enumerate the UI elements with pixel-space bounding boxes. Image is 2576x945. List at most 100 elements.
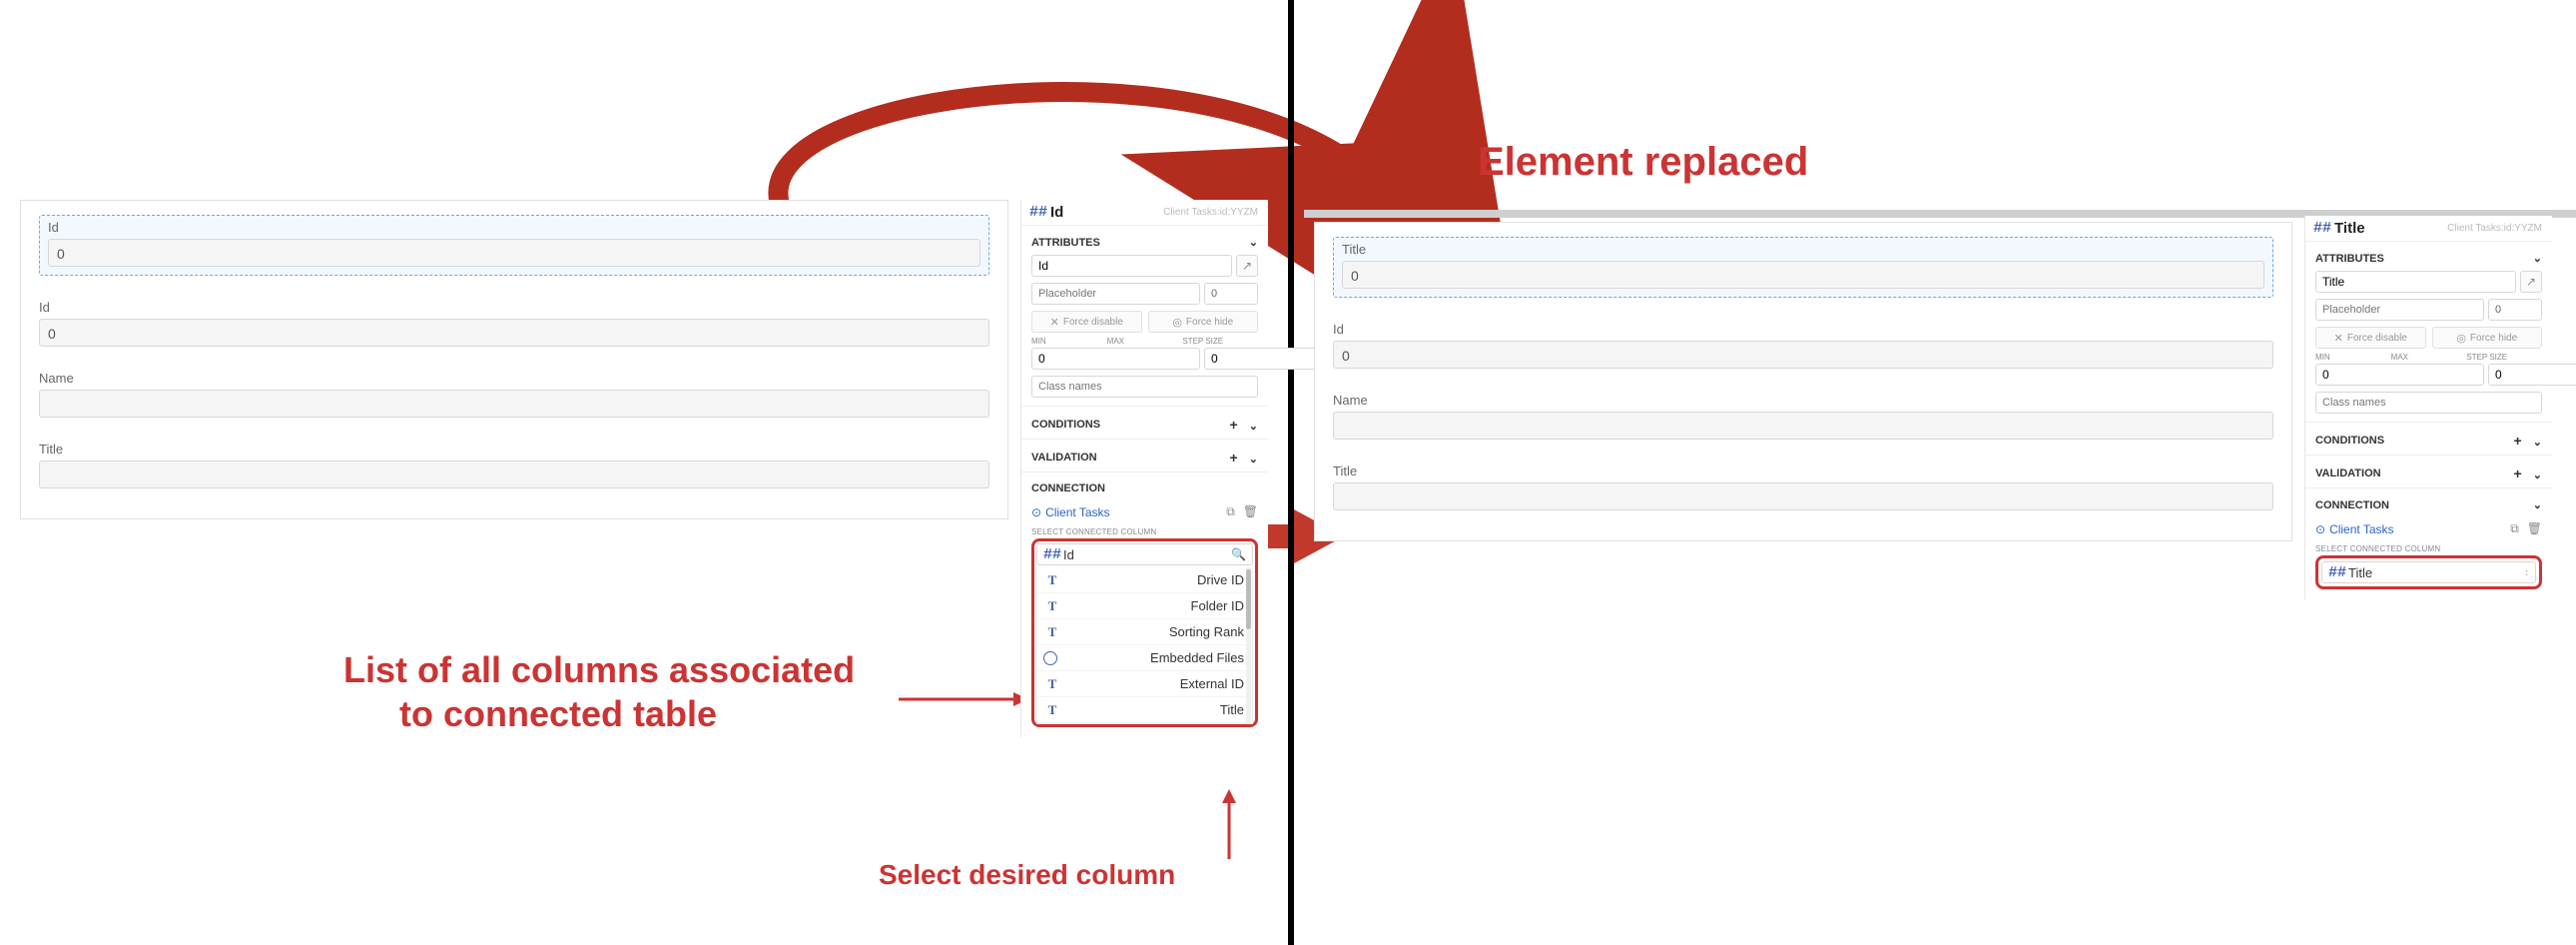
field-value[interactable] xyxy=(39,461,989,488)
field-id-selected[interactable]: Id 0 xyxy=(39,215,989,276)
connection-table-row: ⊙ Client Tasks ⧉ 🗑 xyxy=(2315,517,2542,540)
field-title[interactable]: Title xyxy=(1333,464,2273,510)
column-search-row[interactable]: ## Id 🔍 xyxy=(1036,543,1253,565)
force-hide-toggle[interactable]: ◎ Force hide xyxy=(1148,311,1259,333)
field-name[interactable]: Name xyxy=(39,371,989,418)
placeholder-input[interactable] xyxy=(2315,299,2484,321)
expand-attribute-button[interactable]: ↗ xyxy=(1236,255,1258,277)
max-label: MAX xyxy=(1107,337,1183,346)
field-value[interactable]: 0 xyxy=(1333,341,2273,369)
placeholder-default-input[interactable] xyxy=(2488,299,2542,321)
add-condition-button[interactable]: + xyxy=(2514,433,2522,449)
field-value[interactable]: 0 xyxy=(1342,261,2264,289)
chevron-down-icon[interactable]: ⌄ xyxy=(2533,437,2542,449)
section-connection[interactable]: CONNECTION xyxy=(1021,472,1268,500)
column-name: Drive ID xyxy=(1061,572,1244,587)
step-label: STEP SIZE xyxy=(1182,337,1258,346)
select-connected-column-label: SELECT CONNECTED COLUMN xyxy=(2315,544,2542,553)
force-hide-label: Force hide xyxy=(2470,333,2517,344)
delete-connection-button[interactable]: 🗑 xyxy=(1243,504,1258,519)
search-icon[interactable]: 🔍 xyxy=(1231,547,1246,561)
field-id[interactable]: Id 0 xyxy=(39,300,989,347)
column-list-scrollbar[interactable] xyxy=(1246,567,1251,723)
attribute-name-input[interactable] xyxy=(1031,255,1232,277)
connected-column-selector-closed[interactable]: ## Title ↕ xyxy=(2315,555,2542,589)
props-column-name: Id xyxy=(1050,204,1063,221)
number-type-icon: ## xyxy=(2328,564,2346,581)
field-title-selected[interactable]: Title 0 xyxy=(1333,237,2273,298)
field-value[interactable] xyxy=(39,390,989,418)
column-option[interactable]: T External ID xyxy=(1037,671,1252,697)
section-validation[interactable]: VALIDATION + ⌄ xyxy=(2305,456,2552,487)
copy-connection-button[interactable]: ⧉ xyxy=(1226,504,1235,519)
add-condition-button[interactable]: + xyxy=(1230,417,1238,433)
column-name: Folder ID xyxy=(1061,598,1244,613)
props-column-path: Client Tasks:id:YYZM xyxy=(2447,223,2542,234)
copy-connection-button[interactable]: ⧉ xyxy=(2510,521,2519,536)
field-label: Name xyxy=(1333,393,2273,408)
attributes-body: ↗ ✕ Force disable ◎ Force hide MIN MAX S xyxy=(1021,255,1268,406)
attributes-body: ↗ ✕ Force disable ◎ Force hide MIN MAX S xyxy=(2305,271,2552,422)
column-name: External ID xyxy=(1061,676,1244,691)
section-validation[interactable]: VALIDATION + ⌄ xyxy=(1021,440,1268,472)
section-conditions-label: CONDITIONS xyxy=(1031,419,1100,431)
field-value[interactable]: 0 xyxy=(48,239,980,267)
placeholder-input[interactable] xyxy=(1031,283,1200,305)
force-disable-toggle[interactable]: ✕ Force disable xyxy=(1031,311,1142,333)
column-option[interactable]: T Folder ID xyxy=(1037,593,1252,619)
chevron-down-icon[interactable]: ⌄ xyxy=(2533,498,2542,511)
delete-connection-button[interactable]: 🗑 xyxy=(2527,521,2542,536)
section-connection[interactable]: CONNECTION ⌄ xyxy=(2305,488,2552,517)
column-list: T Drive ID T Folder ID T Sorting Rank Em… xyxy=(1036,567,1253,724)
chevron-down-icon[interactable]: ⌄ xyxy=(1249,454,1258,466)
force-disable-toggle[interactable]: ✕ Force disable xyxy=(2315,327,2426,349)
connected-column-dropdown-open: ## Id 🔍 T Drive ID T Folder ID T xyxy=(1031,538,1258,727)
column-option-title[interactable]: T Title xyxy=(1037,697,1252,723)
form-canvas: Id 0 Id 0 Name Title xyxy=(20,200,1008,519)
class-names-input[interactable] xyxy=(1031,376,1258,398)
field-value[interactable]: 0 xyxy=(39,319,989,347)
force-disable-label: Force disable xyxy=(1063,317,1123,328)
disable-icon: ✕ xyxy=(1050,316,1059,329)
min-input[interactable] xyxy=(1031,348,1200,370)
column-option[interactable]: Embedded Files xyxy=(1037,645,1252,671)
chevron-down-icon[interactable]: ⌄ xyxy=(1249,236,1258,249)
section-attributes[interactable]: ATTRIBUTES ⌄ xyxy=(1021,226,1268,255)
force-hide-label: Force hide xyxy=(1186,317,1233,328)
text-type-icon: T xyxy=(1043,571,1061,589)
field-title[interactable]: Title xyxy=(39,442,989,488)
section-validation-label: VALIDATION xyxy=(2315,468,2381,479)
max-input[interactable] xyxy=(2488,364,2576,386)
attribute-name-input[interactable] xyxy=(2315,271,2516,293)
number-type-icon: ## xyxy=(1029,204,1047,221)
section-attributes-label: ATTRIBUTES xyxy=(2315,253,2384,265)
chevron-down-icon[interactable]: ⌄ xyxy=(2533,252,2542,265)
section-attributes[interactable]: ATTRIBUTES ⌄ xyxy=(2305,242,2552,271)
min-input[interactable] xyxy=(2315,364,2484,386)
field-id[interactable]: Id 0 xyxy=(1333,322,2273,369)
add-validation-button[interactable]: + xyxy=(2514,466,2522,481)
hide-icon: ◎ xyxy=(2456,332,2466,345)
placeholder-default-input[interactable] xyxy=(1204,283,1258,305)
properties-panel: ## Title Client Tasks:id:YYZM ATTRIBUTES… xyxy=(2304,216,2552,599)
section-conditions[interactable]: CONDITIONS + ⌄ xyxy=(1021,407,1268,439)
chevron-down-icon[interactable]: ⌄ xyxy=(2533,470,2542,481)
select-connected-column-label: SELECT CONNECTED COLUMN xyxy=(1031,527,1258,536)
class-names-input[interactable] xyxy=(2315,392,2542,414)
properties-panel: ## Id Client Tasks:id:YYZM ATTRIBUTES ⌄ … xyxy=(1020,200,1268,737)
column-option[interactable]: T Sorting Rank xyxy=(1037,619,1252,645)
column-option[interactable]: T Drive ID xyxy=(1037,567,1252,593)
section-conditions[interactable]: CONDITIONS + ⌄ xyxy=(2305,423,2552,455)
add-validation-button[interactable]: + xyxy=(1230,450,1238,466)
expand-attribute-button[interactable]: ↗ xyxy=(2520,271,2542,293)
section-attributes-label: ATTRIBUTES xyxy=(1031,237,1100,249)
number-type-icon: ## xyxy=(2313,220,2331,237)
expand-icon[interactable]: ↕ xyxy=(2524,567,2529,578)
connection-table-name: Client Tasks xyxy=(2329,522,2393,536)
field-value[interactable] xyxy=(1333,412,2273,440)
left-pane: Id 0 Id 0 Name Title ## Id Client Tasks:… xyxy=(0,0,1288,945)
force-hide-toggle[interactable]: ◎ Force hide xyxy=(2432,327,2543,349)
field-value[interactable] xyxy=(1333,482,2273,510)
chevron-down-icon[interactable]: ⌄ xyxy=(1249,421,1258,433)
field-name[interactable]: Name xyxy=(1333,393,2273,440)
